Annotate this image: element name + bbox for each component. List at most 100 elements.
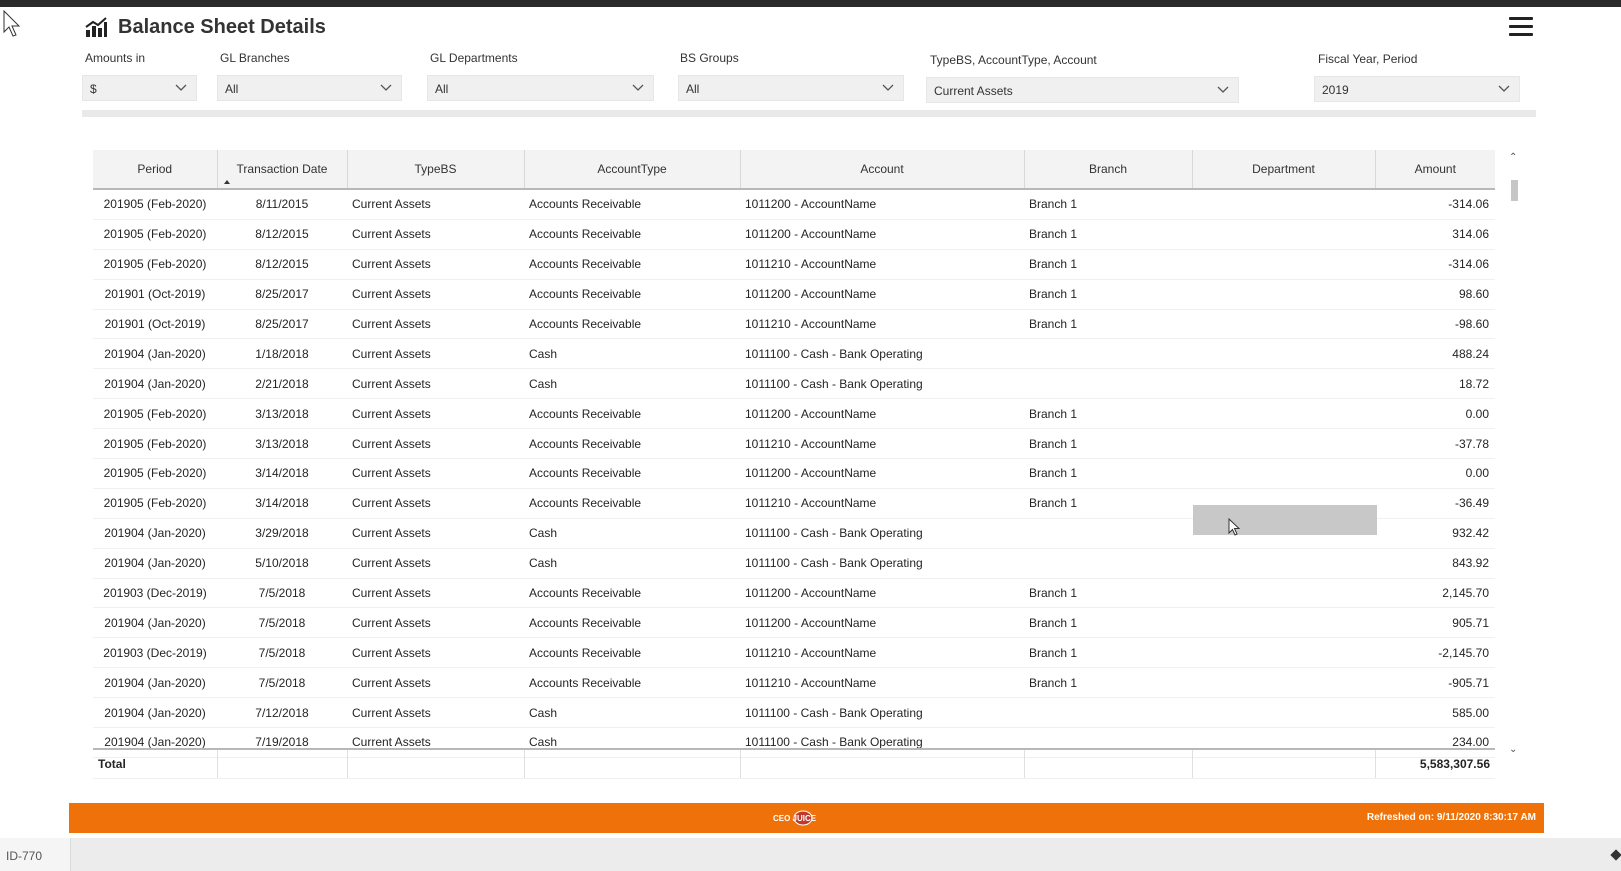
table-row[interactable]: 201905 (Feb-2020) 3/13/2018 Current Assets… (93, 428, 1495, 460)
table-cell-amount: -36.49 (1375, 488, 1495, 519)
table-row[interactable]: 201905 (Feb-2020) 3/13/2018 Current Assets… (93, 398, 1495, 430)
table-row[interactable]: 201904 (Jan-2020) 2/21/2018 Current Assets… (93, 368, 1495, 400)
table-cell-department (1192, 309, 1375, 340)
table-total-row: Total 5,583,307.56 (93, 748, 1495, 780)
table-cell-typebs: Current Assets (347, 488, 524, 519)
table-row[interactable]: 201904 (Jan-2020) 1/18/2018 Current Assets… (93, 338, 1495, 370)
table-cell-transaction-date: 7/12/2018 (217, 697, 347, 729)
column-header-label: Transaction Date (236, 162, 328, 176)
table-row[interactable]: 201904 (Jan-2020) 7/12/2018 Current Assets… (93, 697, 1495, 729)
table-cell-amount: -2,145.70 (1375, 637, 1495, 669)
table-cell-period: 201904 (Jan-2020) (93, 368, 217, 400)
table-cell-account: 1011100 - Cash - Bank Operating (740, 518, 1024, 549)
table-cell-branch: Branch 1 (1024, 488, 1192, 519)
table-cell-period: 201901 (Oct-2019) (93, 309, 217, 340)
hamburger-menu-icon[interactable] (1509, 17, 1533, 37)
bs-groups-dropdown[interactable]: All (678, 75, 904, 101)
table-row[interactable]: 201905 (Feb-2020) 8/12/2015 Current Assets… (93, 249, 1495, 280)
table-cell-amount: 905.71 (1375, 607, 1495, 639)
scrollbar-thumb[interactable] (1511, 180, 1518, 201)
table-row[interactable]: 201904 (Jan-2020) 7/5/2018 Current Assets A… (93, 667, 1495, 699)
table-cell-typebs: Current Assets (347, 637, 524, 669)
hovered-department-cell[interactable] (1193, 505, 1377, 535)
scroll-down-icon[interactable]: ⌄ (1509, 744, 1517, 755)
column-header-account[interactable]: Account (740, 150, 1025, 190)
table-scrollbar[interactable]: ⌃ ⌄ (1509, 152, 1521, 762)
table-cell-department (1192, 458, 1375, 489)
balance-sheet-table: Period Transaction Date TypeBS AccountTy… (93, 150, 1495, 778)
table-cell-accounttype: Cash (524, 368, 740, 400)
chevron-down-icon (882, 84, 894, 91)
total-empty-cell (1024, 750, 1193, 779)
column-header-transaction-date[interactable]: Transaction Date (217, 150, 348, 190)
table-cell-amount: 0.00 (1375, 398, 1495, 430)
table-row[interactable]: 201903 (Dec-2019) 7/5/2018 Current Assets A… (93, 578, 1495, 609)
table-cell-transaction-date: 7/5/2018 (217, 637, 347, 669)
table-cell-amount: 18.72 (1375, 368, 1495, 400)
table-row[interactable]: 201905 (Feb-2020) 8/11/2015 Current Assets… (93, 189, 1495, 220)
table-row[interactable]: 201904 (Jan-2020) 7/5/2018 Current Assets A… (93, 607, 1495, 639)
column-header-period[interactable]: Period (93, 150, 218, 190)
gl-departments-dropdown[interactable]: All (427, 75, 654, 101)
table-cell-amount: 932.42 (1375, 518, 1495, 549)
table-cell-account: 1011200 - AccountName (740, 219, 1024, 250)
table-cell-period: 201903 (Dec-2019) (93, 578, 217, 609)
table-cell-typebs: Current Assets (347, 189, 524, 220)
fiscal-year-dropdown[interactable]: 2019 (1314, 76, 1520, 102)
table-row[interactable]: 201905 (Feb-2020) 3/14/2018 Current Assets… (93, 458, 1495, 489)
table-row[interactable]: 201904 (Jan-2020) 5/10/2018 Current Assets… (93, 548, 1495, 579)
table-cell-transaction-date: 8/12/2015 (217, 249, 347, 280)
table-cell-typebs: Current Assets (347, 338, 524, 370)
total-empty-cell (524, 750, 741, 779)
amounts-in-dropdown[interactable]: $ (82, 75, 197, 101)
table-cell-account: 1011200 - AccountName (740, 398, 1024, 430)
table-row[interactable]: 201901 (Oct-2019) 8/25/2017 Current Assets… (93, 309, 1495, 340)
table-cell-accounttype: Accounts Receivable (524, 428, 740, 460)
table-cell-account: 1011100 - Cash - Bank Operating (740, 368, 1024, 400)
scroll-up-icon[interactable]: ⌃ (1509, 152, 1517, 163)
table-row[interactable]: 201901 (Oct-2019) 8/25/2017 Current Assets… (93, 279, 1495, 310)
account-filter-label: TypeBS, AccountType, Account (930, 53, 1097, 67)
column-header-amount[interactable]: Amount (1375, 150, 1495, 190)
table-cell-account: 1011200 - AccountName (740, 458, 1024, 489)
gl-branches-value: All (225, 82, 239, 96)
table-cell-branch: Branch 1 (1024, 249, 1192, 280)
table-cell-amount: -98.60 (1375, 309, 1495, 340)
gl-branches-dropdown[interactable]: All (217, 75, 402, 101)
table-cell-department (1192, 637, 1375, 669)
table-cell-branch: Branch 1 (1024, 667, 1192, 699)
table-cell-period: 201905 (Feb-2020) (93, 219, 217, 250)
gl-departments-value: All (435, 82, 449, 96)
column-header-label: AccountType (597, 162, 667, 176)
mouse-pointer-icon (3, 10, 21, 37)
table-cell-department (1192, 607, 1375, 639)
table-cell-department (1192, 548, 1375, 579)
column-header-department[interactable]: Department (1192, 150, 1376, 190)
table-cell-accounttype: Cash (524, 548, 740, 579)
table-cell-accounttype: Accounts Receivable (524, 249, 740, 280)
amounts-in-label: Amounts in (85, 51, 146, 65)
table-cell-branch: Branch 1 (1024, 637, 1192, 669)
column-header-typebs[interactable]: TypeBS (347, 150, 525, 190)
table-cell-amount: 314.06 (1375, 219, 1495, 250)
refreshed-timestamp: Refreshed on: 9/11/2020 8:30:17 AM (1366, 812, 1536, 823)
total-label: Total (93, 750, 218, 779)
table-cell-typebs: Current Assets (347, 398, 524, 430)
table-cell-department (1192, 697, 1375, 729)
table-row[interactable]: 201905 (Feb-2020) 8/12/2015 Current Assets… (93, 219, 1495, 250)
table-cell-period: 201905 (Feb-2020) (93, 458, 217, 489)
column-header-accounttype[interactable]: AccountType (524, 150, 741, 190)
table-row[interactable]: 201903 (Dec-2019) 7/5/2018 Current Assets A… (93, 637, 1495, 669)
table-cell-accounttype: Cash (524, 338, 740, 370)
chevron-down-icon (380, 84, 392, 91)
table-cell-transaction-date: 5/10/2018 (217, 548, 347, 579)
amounts-in-value: $ (90, 82, 97, 96)
table-header-row: Period Transaction Date TypeBS AccountTy… (93, 150, 1495, 190)
table-cell-accounttype: Accounts Receivable (524, 607, 740, 639)
table-cell-transaction-date: 8/12/2015 (217, 219, 347, 250)
column-header-branch[interactable]: Branch (1024, 150, 1193, 190)
account-filter-dropdown[interactable]: Current Assets (926, 77, 1239, 103)
table-cell-typebs: Current Assets (347, 458, 524, 489)
table-cell-account: 1011210 - AccountName (740, 488, 1024, 519)
table-cell-period: 201904 (Jan-2020) (93, 667, 217, 699)
